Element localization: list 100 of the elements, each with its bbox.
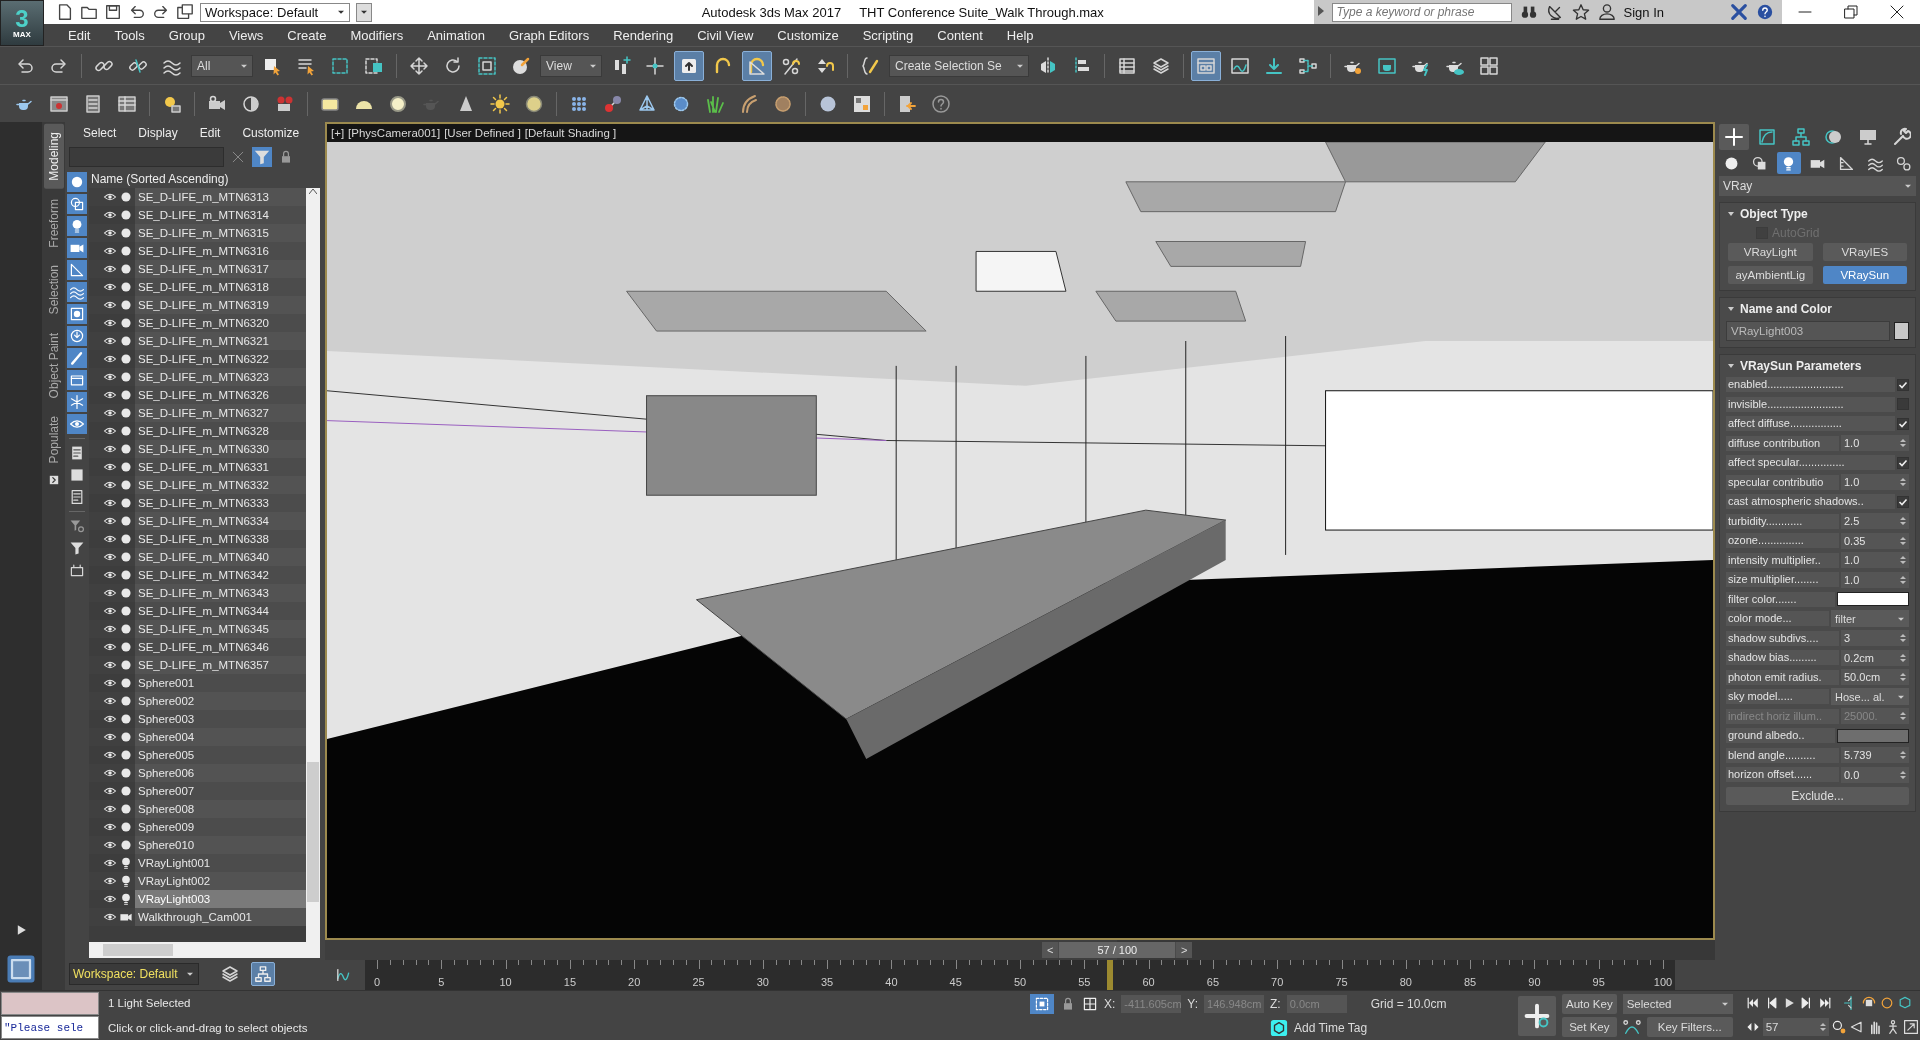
bulb-icon[interactable] bbox=[1776, 152, 1801, 174]
scene-object-item[interactable]: Sphere009 bbox=[135, 818, 306, 836]
bone-icon[interactable] bbox=[67, 348, 87, 368]
previous-frame-button[interactable]: < bbox=[1042, 942, 1059, 958]
menu-item[interactable]: Rendering bbox=[601, 27, 686, 43]
scene-object-item[interactable]: SE_D-LIFE_m_MTN6343 bbox=[135, 584, 306, 602]
spinner-arrows-icon[interactable] bbox=[1900, 438, 1906, 449]
name-field[interactable]: VRayLight003 bbox=[1726, 321, 1890, 341]
spinner-arrows-icon[interactable] bbox=[1900, 535, 1906, 546]
help-icon[interactable] bbox=[1756, 3, 1774, 21]
selection-lock-icon[interactable] bbox=[1030, 993, 1054, 1014]
object-type-button[interactable]: VRayIES bbox=[1822, 243, 1907, 261]
scene-object-item[interactable]: Sphere010 bbox=[135, 836, 306, 854]
viewport-label[interactable]: [+] bbox=[331, 127, 345, 139]
ribbon-tab[interactable]: Freeform bbox=[43, 190, 64, 256]
listener-field[interactable]: "Please sele bbox=[1, 1016, 99, 1039]
scene-object-item[interactable]: SE_D-LIFE_m_MTN6344 bbox=[135, 602, 306, 620]
color-swatch[interactable] bbox=[1837, 728, 1909, 743]
spinner-arrows-icon[interactable] bbox=[1819, 1022, 1826, 1033]
menu-item[interactable]: Tools bbox=[102, 27, 157, 43]
scene-object-item[interactable]: SE_D-LIFE_m_MTN6357 bbox=[135, 656, 306, 674]
user-icon[interactable] bbox=[1597, 3, 1616, 21]
selection-filter-dropdown[interactable]: All bbox=[191, 54, 253, 77]
renderer-dropdown[interactable]: VRay bbox=[1719, 176, 1916, 196]
auto-key-button[interactable]: Auto Key bbox=[1562, 994, 1617, 1014]
xref-icon[interactable] bbox=[67, 326, 87, 346]
scene-object-item[interactable]: SE_D-LIFE_m_MTN6334 bbox=[135, 512, 306, 530]
spinner-arrows-icon[interactable] bbox=[1900, 516, 1906, 527]
search-field[interactable]: Type a keyword or phrase bbox=[1331, 2, 1512, 22]
spinner-field[interactable]: 1.0 bbox=[1841, 571, 1909, 588]
macro-recorder-field[interactable] bbox=[1, 992, 99, 1015]
spinner-field[interactable]: 0.35 bbox=[1841, 532, 1909, 549]
eye-icon[interactable] bbox=[67, 414, 87, 434]
menu-item[interactable]: Customize bbox=[242, 126, 300, 140]
menu-item[interactable]: Graph Editors bbox=[496, 27, 602, 43]
spinner-field[interactable]: 5.739 bbox=[1841, 747, 1909, 764]
scene-object-item[interactable]: SE_D-LIFE_m_MTN6345 bbox=[135, 620, 306, 638]
scene-object-item[interactable]: SE_D-LIFE_m_MTN6318 bbox=[135, 278, 306, 296]
key-mode-dropdown[interactable]: Selected bbox=[1622, 994, 1733, 1014]
track-bar[interactable]: 0 5 10 15 20 25 30 35 40 45 50 55 60 65 70 75 80 85 90 95 100 bbox=[365, 960, 1675, 990]
scene-object-item[interactable]: SE_D-LIFE_m_MTN6340 bbox=[135, 548, 306, 566]
new-file-icon[interactable] bbox=[56, 3, 74, 21]
scene-object-item[interactable]: Sphere005 bbox=[135, 746, 306, 764]
menu-item[interactable]: Edit bbox=[56, 27, 103, 43]
hierarchy-icon[interactable] bbox=[251, 962, 275, 986]
container-icon[interactable] bbox=[67, 370, 87, 390]
star-icon[interactable] bbox=[1571, 3, 1590, 21]
vertical-scrollbar[interactable] bbox=[306, 188, 320, 942]
scene-object-item[interactable]: SE_D-LIFE_m_MTN6332 bbox=[135, 476, 306, 494]
spinner-field[interactable]: 1.0 bbox=[1841, 552, 1909, 569]
time-slider-thumb[interactable]: < 57 / 100 > bbox=[1042, 942, 1193, 958]
checkbox[interactable] bbox=[1897, 378, 1909, 391]
spinner-arrows-icon[interactable] bbox=[1900, 769, 1906, 780]
checkbox[interactable] bbox=[1897, 456, 1909, 469]
sign-in-link[interactable]: Sign In bbox=[1623, 4, 1664, 20]
app-logo[interactable]: 3 MAX bbox=[0, 0, 44, 46]
scene-object-item[interactable]: SE_D-LIFE_m_MTN6330 bbox=[135, 440, 306, 458]
object-type-button[interactable]: VRaySun bbox=[1822, 266, 1907, 284]
group-icon[interactable] bbox=[67, 304, 87, 324]
project-folder-icon[interactable] bbox=[176, 3, 194, 21]
workspace-dropdown[interactable]: Workspace: Default bbox=[200, 2, 350, 22]
key-tangent-icon[interactable] bbox=[1622, 1018, 1641, 1036]
spinner-arrows-icon[interactable] bbox=[1900, 672, 1906, 683]
ribbon-panel-icon[interactable] bbox=[1191, 50, 1221, 81]
object-type-button[interactable]: ayAmbientLig bbox=[1728, 266, 1813, 284]
spinner-arrows-icon[interactable] bbox=[1900, 477, 1906, 488]
scene-object-item[interactable]: Sphere004 bbox=[135, 728, 306, 746]
spinner-field[interactable]: 0.0 bbox=[1841, 766, 1909, 783]
scene-object-item[interactable]: Walkthrough_Cam001 bbox=[135, 908, 306, 926]
scene-object-item[interactable]: Sphere003 bbox=[135, 710, 306, 728]
spinner-field[interactable]: 50.0cm bbox=[1841, 669, 1909, 686]
satellite-dish-icon[interactable] bbox=[1545, 3, 1564, 21]
column-header[interactable]: Name (Sorted Ascending) bbox=[89, 170, 320, 188]
menu-item[interactable]: Content bbox=[925, 27, 995, 43]
horizontal-scrollbar[interactable] bbox=[89, 942, 320, 958]
menu-item[interactable]: Select bbox=[83, 126, 117, 140]
menu-item[interactable]: Scripting bbox=[850, 27, 926, 43]
time-config-icon[interactable] bbox=[1830, 1019, 1847, 1036]
menu-item[interactable]: Customize bbox=[765, 27, 851, 43]
scene-object-item[interactable]: SE_D-LIFE_m_MTN6322 bbox=[135, 350, 306, 368]
menu-item[interactable]: Views bbox=[216, 27, 276, 43]
spinner-arrows-icon[interactable] bbox=[1900, 574, 1906, 585]
menu-item[interactable]: Edit bbox=[199, 126, 221, 140]
scene-object-item[interactable]: SE_D-LIFE_m_MTN6331 bbox=[135, 458, 306, 476]
key-plus-icon[interactable] bbox=[1518, 995, 1556, 1036]
viewport-tile-icon[interactable] bbox=[6, 954, 36, 984]
ribbon-tab[interactable]: Modeling bbox=[43, 124, 64, 189]
color-swatch[interactable] bbox=[1837, 592, 1909, 607]
shapes-icon[interactable] bbox=[67, 194, 87, 214]
expand-arrow-icon[interactable] bbox=[1317, 5, 1324, 19]
save-icon[interactable] bbox=[104, 3, 122, 21]
spinner-arrows-icon[interactable] bbox=[1900, 652, 1906, 663]
frame-spinner[interactable]: 57 bbox=[1762, 1018, 1829, 1037]
scene-object-item[interactable]: SE_D-LIFE_m_MTN6323 bbox=[135, 368, 306, 386]
checkbox[interactable] bbox=[1897, 417, 1909, 430]
scene-object-item[interactable]: SE_D-LIFE_m_MTN6313 bbox=[135, 188, 306, 206]
angle-magnet-icon[interactable] bbox=[742, 50, 772, 81]
menu-item[interactable]: Civil View bbox=[685, 27, 766, 43]
dropdown[interactable]: filter bbox=[1831, 610, 1909, 628]
menu-item[interactable]: Help bbox=[994, 27, 1046, 43]
